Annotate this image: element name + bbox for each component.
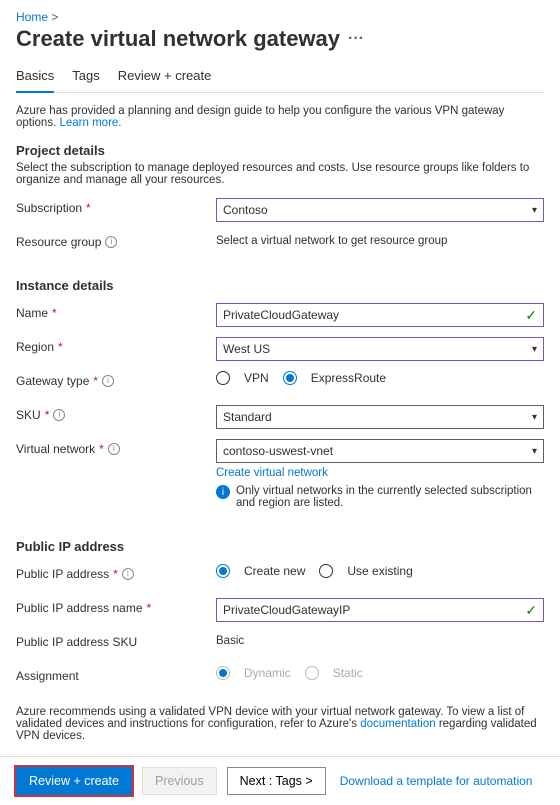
pip-name-input[interactable]: PrivateCloudGatewayIP ✓ xyxy=(216,598,544,622)
gateway-type-vpn-radio[interactable] xyxy=(216,371,230,385)
info-icon[interactable]: i xyxy=(53,409,65,421)
subscription-label: Subscription* xyxy=(16,198,216,215)
assignment-static-radio xyxy=(305,666,319,680)
pip-name-label: Public IP address name* xyxy=(16,598,216,615)
pip-addr-label: Public IP address* i xyxy=(16,564,216,581)
assignment-dynamic-label: Dynamic xyxy=(244,666,291,680)
vnet-select[interactable]: contoso-uswest-vnet ▾ xyxy=(216,439,544,463)
tab-basics[interactable]: Basics xyxy=(16,62,54,93)
name-label: Name* xyxy=(16,303,216,320)
create-vnet-link[interactable]: Create virtual network xyxy=(216,467,328,479)
name-input[interactable]: PrivateCloudGateway ✓ xyxy=(216,303,544,327)
info-icon[interactable]: i xyxy=(102,375,114,387)
info-icon[interactable]: i xyxy=(122,568,134,580)
assignment-dynamic-radio xyxy=(216,666,230,680)
breadcrumb: Home > xyxy=(16,10,544,24)
vnet-info: i Only virtual networks in the currently… xyxy=(216,485,544,509)
footer: Review + create Previous Next : Tags > D… xyxy=(0,756,560,805)
breadcrumb-home[interactable]: Home xyxy=(16,10,48,24)
sku-select[interactable]: Standard ▾ xyxy=(216,405,544,429)
project-desc: Select the subscription to manage deploy… xyxy=(16,162,544,186)
vnet-label: Virtual network* i xyxy=(16,439,216,456)
gateway-type-er-label: ExpressRoute xyxy=(311,371,386,385)
sku-label: SKU* i xyxy=(16,405,216,422)
chevron-down-icon: ▾ xyxy=(532,344,537,355)
pip-create-new-radio[interactable] xyxy=(216,564,230,578)
info-icon[interactable]: i xyxy=(105,236,117,248)
page-title: Create virtual network gateway ··· xyxy=(16,26,544,52)
documentation-link[interactable]: documentation xyxy=(360,718,435,730)
assignment-static-label: Static xyxy=(333,666,363,680)
pip-sku-value: Basic xyxy=(216,632,544,647)
chevron-down-icon: ▾ xyxy=(532,205,537,216)
more-icon[interactable]: ··· xyxy=(348,31,364,47)
assignment-label: Assignment xyxy=(16,666,216,683)
info-solid-icon: i xyxy=(216,485,230,499)
download-template-link[interactable]: Download a template for automation xyxy=(340,774,533,788)
intro-text: Azure has provided a planning and design… xyxy=(16,105,544,129)
project-heading: Project details xyxy=(16,143,544,158)
tabs: Basics Tags Review + create xyxy=(16,62,544,93)
next-button[interactable]: Next : Tags > xyxy=(227,767,326,795)
pip-create-new-label: Create new xyxy=(244,564,305,578)
check-icon: ✓ xyxy=(525,602,537,619)
gateway-type-er-radio[interactable] xyxy=(283,371,297,385)
tab-review[interactable]: Review + create xyxy=(118,62,212,92)
pip-heading: Public IP address xyxy=(16,539,544,554)
gateway-type-vpn-label: VPN xyxy=(244,371,269,385)
previous-button: Previous xyxy=(142,767,217,795)
region-select[interactable]: West US ▾ xyxy=(216,337,544,361)
pip-use-existing-radio[interactable] xyxy=(319,564,333,578)
subscription-select[interactable]: Contoso ▾ xyxy=(216,198,544,222)
review-create-button[interactable]: Review + create xyxy=(16,767,132,795)
chevron-down-icon: ▾ xyxy=(532,412,537,423)
resource-group-label: Resource group i xyxy=(16,232,216,249)
pip-sku-label: Public IP address SKU xyxy=(16,632,216,649)
recommend-text: Azure recommends using a validated VPN d… xyxy=(16,706,544,742)
pip-use-existing-label: Use existing xyxy=(347,564,412,578)
tab-tags[interactable]: Tags xyxy=(72,62,99,92)
instance-heading: Instance details xyxy=(16,278,544,293)
info-icon[interactable]: i xyxy=(108,443,120,455)
check-icon: ✓ xyxy=(525,307,537,324)
resource-group-message: Select a virtual network to get resource… xyxy=(216,232,544,247)
gateway-type-label: Gateway type* i xyxy=(16,371,216,388)
chevron-down-icon: ▾ xyxy=(532,446,537,457)
chevron-right-icon: > xyxy=(51,10,58,24)
learn-more-link[interactable]: Learn more. xyxy=(59,117,121,129)
region-label: Region* xyxy=(16,337,216,354)
